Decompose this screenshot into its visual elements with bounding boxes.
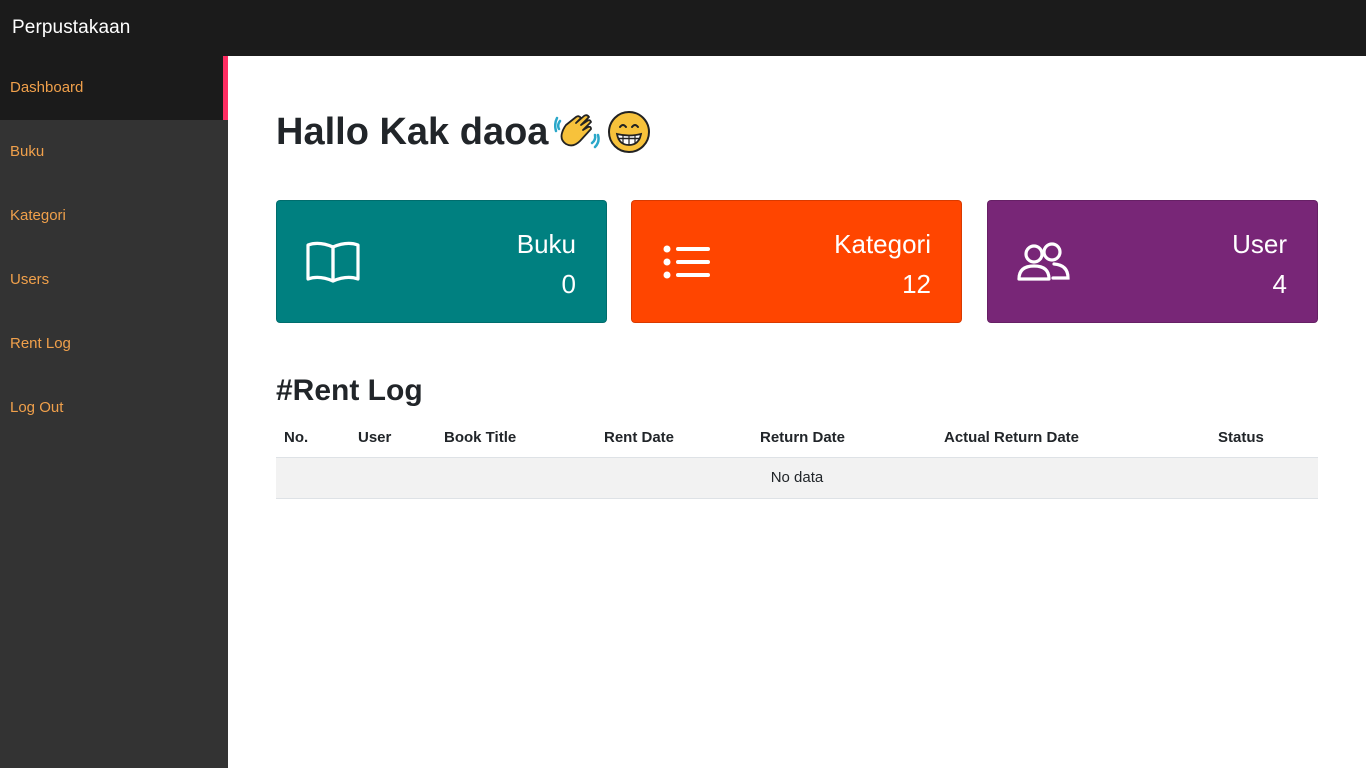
- people-icon: [1017, 242, 1070, 281]
- card-label: Buku: [516, 229, 576, 259]
- list-icon: [663, 245, 710, 279]
- card-label: Kategori: [834, 229, 931, 259]
- sidebar-item-log-out[interactable]: Log Out: [0, 376, 228, 440]
- card-label: User: [1232, 229, 1287, 259]
- column-header-return-date: Return Date: [752, 418, 936, 458]
- greeting: Hallo Kak daoa: [276, 108, 652, 156]
- column-header-book-title: Book Title: [436, 418, 596, 458]
- card-buku[interactable]: Buku 0: [276, 200, 607, 323]
- sidebar-item-rent-log[interactable]: Rent Log: [0, 312, 228, 376]
- sidebar: Dashboard Buku Kategori Users Rent Log L…: [0, 56, 228, 768]
- column-header-rent-date: Rent Date: [596, 418, 752, 458]
- empty-table-message: No data: [276, 457, 1318, 499]
- column-header-actual-return-date: Actual Return Date: [936, 418, 1210, 458]
- sidebar-item-buku[interactable]: Buku: [0, 120, 228, 184]
- top-navbar: Perpustakaan: [0, 0, 1366, 56]
- card-kategori[interactable]: Kategori 12: [631, 200, 962, 323]
- card-value: 0: [561, 269, 576, 299]
- column-header-no: No.: [276, 418, 350, 458]
- rent-log-title: #Rent Log: [276, 374, 423, 407]
- grinning-face-icon: [608, 111, 651, 153]
- rent-log-table: No. User Book Title Rent Date Return Dat…: [276, 418, 1318, 499]
- greeting-text: Hallo Kak daoa: [276, 110, 549, 153]
- column-header-user: User: [350, 418, 436, 458]
- card-value: 12: [902, 269, 931, 299]
- column-header-status: Status: [1210, 418, 1318, 458]
- card-user[interactable]: User 4: [987, 200, 1318, 323]
- waving-hand-icon: [554, 114, 601, 149]
- main-content: Hallo Kak daoa Buku 0 Kategori 12 User 4…: [228, 56, 1366, 768]
- summary-cards: Buku 0 Kategori 12 User 4: [276, 200, 1318, 323]
- sidebar-item-kategori[interactable]: Kategori: [0, 184, 228, 248]
- table-header-row: No. User Book Title Rent Date Return Dat…: [276, 418, 1318, 458]
- card-value: 4: [1272, 269, 1287, 299]
- book-icon: [306, 241, 360, 283]
- table-row: No data: [276, 457, 1318, 499]
- sidebar-item-dashboard[interactable]: Dashboard: [0, 56, 228, 120]
- sidebar-item-users[interactable]: Users: [0, 248, 228, 312]
- brand-title[interactable]: Perpustakaan: [12, 17, 130, 39]
